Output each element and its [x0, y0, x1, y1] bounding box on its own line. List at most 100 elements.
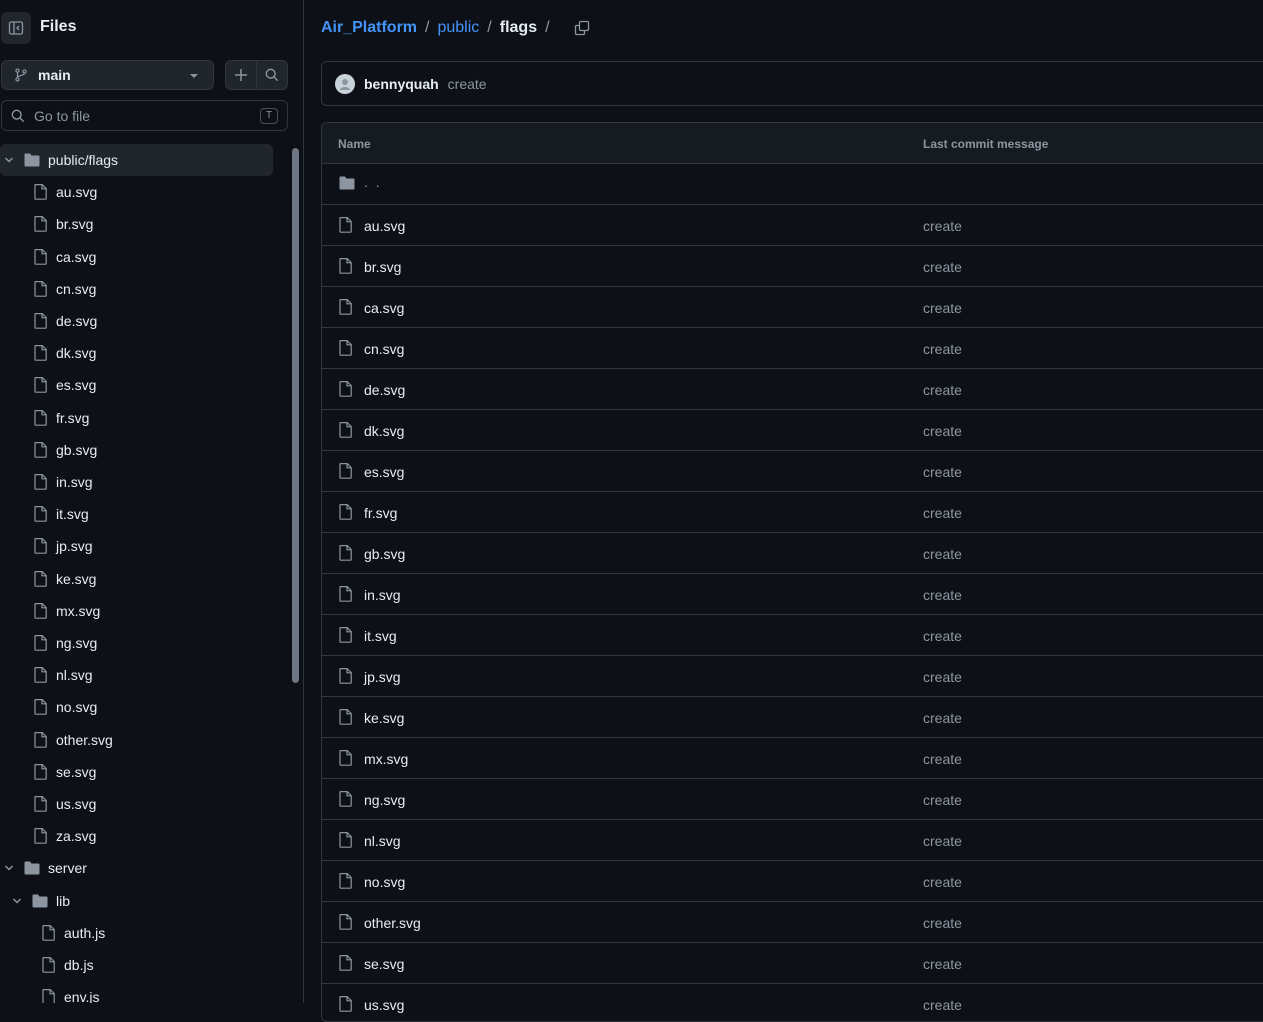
- branch-selector[interactable]: main: [1, 60, 214, 90]
- table-row[interactable]: es.svg create: [322, 451, 1263, 492]
- tree-folder-item[interactable]: server: [0, 852, 273, 884]
- commit-message-link[interactable]: create: [923, 218, 962, 234]
- commit-message-link[interactable]: create: [923, 382, 962, 398]
- chevron-down-icon[interactable]: [4, 863, 14, 873]
- commit-message-link[interactable]: create: [923, 751, 962, 767]
- tree-file-item[interactable]: br.svg: [0, 208, 273, 240]
- tree-file-item[interactable]: in.svg: [0, 466, 273, 498]
- avatar[interactable]: [335, 73, 355, 94]
- table-row[interactable]: no.svg create: [322, 861, 1263, 902]
- file-name-link[interactable]: cn.svg: [364, 341, 404, 357]
- commit-message-link[interactable]: create: [923, 956, 962, 972]
- tree-file-item[interactable]: db.js: [0, 949, 273, 981]
- breadcrumb-repo-link[interactable]: Air_Platform: [321, 19, 417, 37]
- table-row[interactable]: in.svg create: [322, 574, 1263, 615]
- file-name-link[interactable]: ke.svg: [364, 710, 404, 726]
- table-row[interactable]: us.svg create: [322, 984, 1263, 1021]
- commit-message-link[interactable]: create: [923, 423, 962, 439]
- table-row[interactable]: dk.svg create: [322, 410, 1263, 451]
- tree-folder-item[interactable]: lib: [0, 885, 273, 917]
- commit-message-link[interactable]: create: [923, 710, 962, 726]
- tree-file-item[interactable]: au.svg: [0, 176, 273, 208]
- tree-file-item[interactable]: cn.svg: [0, 273, 273, 305]
- breadcrumb-folder-link[interactable]: public: [437, 19, 479, 37]
- file-name-link[interactable]: no.svg: [364, 874, 405, 890]
- table-row[interactable]: fr.svg create: [322, 492, 1263, 533]
- tree-file-item[interactable]: jp.svg: [0, 530, 273, 562]
- tree-file-item[interactable]: ca.svg: [0, 241, 273, 273]
- table-row[interactable]: it.svg create: [322, 615, 1263, 656]
- table-row[interactable]: gb.svg create: [322, 533, 1263, 574]
- collapse-sidebar-button[interactable]: [1, 12, 31, 44]
- table-row[interactable]: se.svg create: [322, 943, 1263, 984]
- tree-file-item[interactable]: mx.svg: [0, 595, 273, 627]
- file-name-link[interactable]: jp.svg: [364, 669, 401, 685]
- file-name-link[interactable]: se.svg: [364, 956, 404, 972]
- commit-message-link[interactable]: create: [923, 833, 962, 849]
- tree-file-item[interactable]: it.svg: [0, 498, 273, 530]
- table-row[interactable]: jp.svg create: [322, 656, 1263, 697]
- tree-file-item[interactable]: ke.svg: [0, 563, 273, 595]
- file-name-link[interactable]: br.svg: [364, 259, 401, 275]
- file-name-link[interactable]: de.svg: [364, 382, 405, 398]
- commit-message-link[interactable]: create: [923, 874, 962, 890]
- table-row[interactable]: ke.svg create: [322, 697, 1263, 738]
- tree-file-item[interactable]: env.js: [0, 981, 273, 1003]
- table-row[interactable]: other.svg create: [322, 902, 1263, 943]
- file-name-link[interactable]: other.svg: [364, 915, 421, 931]
- commit-message-link[interactable]: create: [923, 341, 962, 357]
- file-name-link[interactable]: nl.svg: [364, 833, 401, 849]
- commit-message-link[interactable]: create: [923, 464, 962, 480]
- file-name-link[interactable]: ng.svg: [364, 792, 405, 808]
- commit-author-link[interactable]: bennyquah: [364, 76, 439, 92]
- tree-file-item[interactable]: se.svg: [0, 756, 273, 788]
- parent-directory-row[interactable]: . .: [322, 164, 1263, 205]
- commit-message-link[interactable]: create: [923, 546, 962, 562]
- file-name-link[interactable]: it.svg: [364, 628, 397, 644]
- commit-message-link[interactable]: create: [923, 997, 962, 1013]
- file-name-link[interactable]: ca.svg: [364, 300, 404, 316]
- scrollbar-thumb[interactable]: [292, 148, 299, 683]
- commit-message-link[interactable]: create: [923, 259, 962, 275]
- commit-message-link[interactable]: create: [923, 505, 962, 521]
- table-row[interactable]: cn.svg create: [322, 328, 1263, 369]
- chevron-down-icon[interactable]: [12, 896, 22, 906]
- tree-file-item[interactable]: us.svg: [0, 788, 273, 820]
- file-name-link[interactable]: us.svg: [364, 997, 404, 1013]
- file-name-link[interactable]: gb.svg: [364, 546, 405, 562]
- file-name-link[interactable]: es.svg: [364, 464, 404, 480]
- commit-message-link[interactable]: create: [923, 587, 962, 603]
- table-row[interactable]: de.svg create: [322, 369, 1263, 410]
- tree-file-item[interactable]: ng.svg: [0, 627, 273, 659]
- file-name-link[interactable]: au.svg: [364, 218, 405, 234]
- file-name-link[interactable]: fr.svg: [364, 505, 397, 521]
- table-row[interactable]: au.svg create: [322, 205, 1263, 246]
- copy-path-button[interactable]: [572, 18, 592, 38]
- commit-message-link[interactable]: create: [923, 669, 962, 685]
- file-name-link[interactable]: mx.svg: [364, 751, 408, 767]
- table-row[interactable]: ca.svg create: [322, 287, 1263, 328]
- tree-file-item[interactable]: de.svg: [0, 305, 273, 337]
- table-row[interactable]: br.svg create: [322, 246, 1263, 287]
- tree-file-item[interactable]: es.svg: [0, 369, 273, 401]
- go-to-file-input[interactable]: Go to file T: [1, 100, 288, 131]
- tree-file-item[interactable]: za.svg: [0, 820, 273, 852]
- tree-file-item[interactable]: dk.svg: [0, 337, 273, 369]
- tree-file-item[interactable]: no.svg: [0, 691, 273, 723]
- sidebar-scrollbar[interactable]: [290, 144, 303, 1003]
- commit-message-link[interactable]: create: [923, 628, 962, 644]
- search-code-button[interactable]: [257, 61, 287, 89]
- commit-message-link[interactable]: create: [448, 76, 487, 92]
- tree-file-item[interactable]: other.svg: [0, 724, 273, 756]
- table-row[interactable]: mx.svg create: [322, 738, 1263, 779]
- tree-file-item[interactable]: gb.svg: [0, 434, 273, 466]
- file-name-link[interactable]: in.svg: [364, 587, 401, 603]
- tree-folder-item[interactable]: public/flags: [0, 144, 273, 176]
- chevron-down-icon[interactable]: [4, 155, 14, 165]
- table-row[interactable]: ng.svg create: [322, 779, 1263, 820]
- file-name-link[interactable]: dk.svg: [364, 423, 404, 439]
- tree-file-item[interactable]: auth.js: [0, 917, 273, 949]
- tree-file-item[interactable]: fr.svg: [0, 402, 273, 434]
- add-file-button[interactable]: [226, 61, 257, 89]
- commit-message-link[interactable]: create: [923, 792, 962, 808]
